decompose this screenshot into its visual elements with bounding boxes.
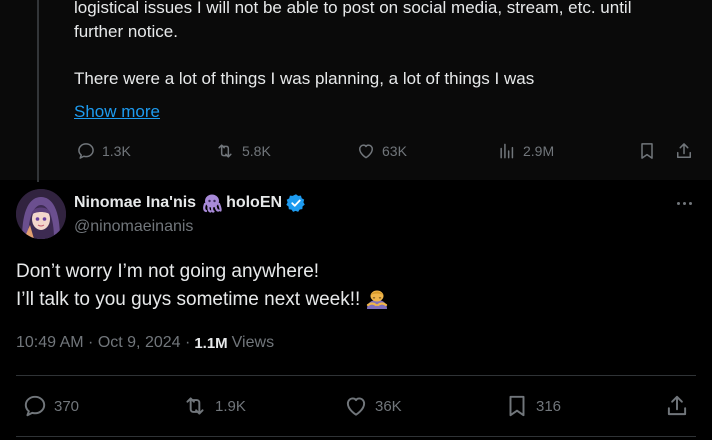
- repost-button[interactable]: 1.9K: [181, 393, 246, 419]
- more-options-button[interactable]: [672, 195, 696, 211]
- parent-text-line: further notice.: [74, 22, 178, 41]
- avatar-image: [16, 189, 66, 239]
- post-views-count: 1.1M: [194, 334, 228, 352]
- parent-reply-button[interactable]: 1.3K: [76, 141, 131, 161]
- share-button[interactable]: [664, 393, 690, 419]
- share-icon: [677, 143, 691, 158]
- heart-icon: [359, 144, 373, 159]
- repost-icon: [186, 397, 204, 415]
- bookmark-icon: [641, 143, 653, 159]
- parent-post[interactable]: logistical issues I will not be able to …: [0, 0, 712, 182]
- divider: [16, 375, 696, 376]
- show-more-link[interactable]: Show more: [74, 100, 160, 124]
- reply-button[interactable]: 370: [22, 393, 79, 419]
- parent-views-button[interactable]: 2.9M: [497, 141, 554, 161]
- author-handle[interactable]: @ninomaeinanis: [74, 218, 193, 236]
- views-icon: [500, 143, 514, 159]
- views-count: 2.9M: [523, 143, 555, 159]
- parent-bookmark-button[interactable]: [637, 141, 657, 161]
- author-name-row[interactable]: Ninomae Ina'nis holoEN: [74, 193, 306, 213]
- reply-count: 1.3K: [102, 143, 131, 159]
- like-count: 63K: [382, 143, 407, 159]
- reply-count: 370: [54, 397, 80, 415]
- bookmark-icon: [509, 395, 525, 417]
- share-icon: [667, 395, 687, 416]
- reply-icon: [78, 143, 94, 159]
- like-count: 36K: [375, 397, 402, 415]
- post-text-line-2: I’ll talk to you guys sometime next week…: [16, 285, 696, 313]
- parent-share-button[interactable]: [674, 141, 694, 161]
- parent-post-text: logistical issues I will not be able to …: [74, 0, 704, 91]
- repost-count: 5.8K: [242, 143, 271, 159]
- parent-text-line: There were a lot of things I was plannin…: [74, 69, 535, 88]
- verified-badge-icon: [286, 194, 305, 212]
- more-dot-icon: [682, 201, 686, 205]
- post-timestamp[interactable]: 10:49 AM · Oct 9, 2024 ·: [16, 334, 190, 352]
- bookmark-count: 316: [536, 397, 562, 415]
- parent-repost-button[interactable]: 5.8K: [214, 141, 271, 161]
- parent-like-button[interactable]: 63K: [356, 141, 407, 161]
- avatar[interactable]: [16, 189, 66, 239]
- repost-icon: [218, 144, 232, 158]
- post-meta: 10:49 AM · Oct 9, 2024 · 1.1M Views: [16, 334, 274, 352]
- octopus-emoji-icon: [203, 194, 222, 213]
- parent-text-line: logistical issues I will not be able to …: [74, 0, 632, 17]
- post-views-label: Views: [231, 334, 275, 351]
- like-button[interactable]: 36K: [343, 393, 402, 419]
- heart-icon: [346, 397, 366, 416]
- divider: [16, 436, 696, 437]
- author-display-name: Ninomae Ina'nis: [74, 194, 197, 211]
- post-text: Don’t worry I’m not going anywhere! I’ll…: [16, 258, 696, 313]
- bookmark-button[interactable]: 316: [504, 393, 561, 419]
- post-text-line: Don’t worry I’m not going anywhere!: [16, 261, 320, 282]
- reply-icon: [24, 395, 46, 417]
- post-text-line: I’ll talk to you guys sometime next week…: [16, 289, 361, 310]
- more-dot-icon: [676, 201, 680, 205]
- repost-count: 1.9K: [215, 397, 246, 415]
- thread-connector-line: [37, 0, 39, 182]
- more-dot-icon: [688, 201, 692, 205]
- author-affiliation: holoEN: [226, 194, 283, 211]
- person-bowing-emoji-icon: [367, 290, 388, 309]
